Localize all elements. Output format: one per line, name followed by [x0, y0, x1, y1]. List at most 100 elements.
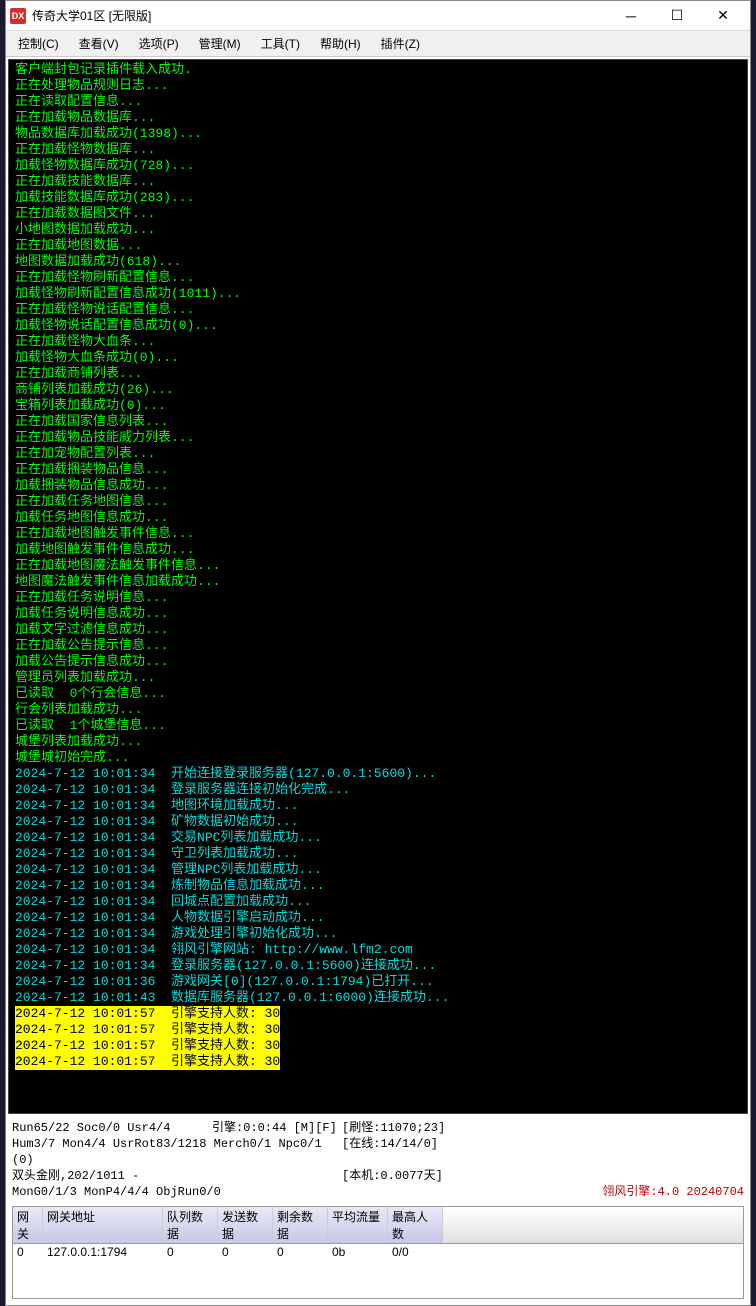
maximize-button[interactable]: ☐: [654, 1, 700, 31]
col-gateway[interactable]: 网关: [13, 1207, 43, 1243]
log-line: 2024-7-12 10:01:57 引擎支持人数: 30: [15, 1054, 280, 1070]
log-line: 宝箱列表加载成功(0)...: [15, 398, 166, 413]
table-row[interactable]: 0 127.0.0.1:1794 0 0 0 0b 0/0: [13, 1244, 743, 1260]
log-line: 小地图数据加载成功...: [15, 222, 155, 237]
menu-help[interactable]: 帮助(H): [312, 33, 369, 54]
close-button[interactable]: ✕: [700, 1, 746, 31]
log-line: 行会列表加载成功...: [15, 702, 142, 717]
menu-manage[interactable]: 管理(M): [191, 33, 249, 54]
menu-control[interactable]: 控制(C): [10, 33, 67, 54]
engine-version: 翎风引擎:4.0 20240704: [221, 1184, 744, 1200]
status-engine-time: 引擎:0:0:44 [M][F]: [212, 1120, 342, 1136]
table-header: 网关 网关地址 队列数据 发送数据 剩余数据 平均流量 最高人数: [12, 1206, 744, 1244]
col-avg[interactable]: 平均流量: [328, 1207, 388, 1243]
log-line: 加载怪物大血条成功(0)...: [15, 350, 179, 365]
log-line: 正在加宠物配置列表...: [15, 446, 155, 461]
menu-options[interactable]: 选项(P): [131, 33, 187, 54]
log-line: 2024-7-12 10:01:34 游戏处理引擎初始化成功...: [15, 926, 337, 941]
minimize-button[interactable]: ─: [608, 1, 654, 31]
log-line: 正在加载物品技能威力列表...: [15, 430, 194, 445]
log-line: 已读取 0个行会信息...: [15, 686, 166, 701]
log-line: 城堡列表加载成功...: [15, 734, 142, 749]
log-line: 2024-7-12 10:01:34 守卫列表加载成功...: [15, 846, 298, 861]
status-hum: Hum3/7 Mon4/4 UsrRot83/1218 Merch0/1 Npc…: [12, 1136, 342, 1168]
log-line: 物品数据库加载成功(1398)...: [15, 126, 202, 141]
log-line: 正在加载商铺列表...: [15, 366, 142, 381]
status-run: Run65/22 Soc0/0 Usr4/4: [12, 1120, 212, 1136]
cell-gateway: 0: [13, 1244, 43, 1260]
log-line: 正在加载怪物说话配置信息...: [15, 302, 194, 317]
log-line: 管理员列表加载成功...: [15, 670, 155, 685]
log-line: 正在加载地图触发事件信息...: [15, 526, 194, 541]
log-line: 正在加载任务地图信息...: [15, 494, 168, 509]
menu-plugins[interactable]: 插件(Z): [373, 33, 428, 54]
app-window: DX 传奇大学01区 [无限版] ─ ☐ ✕ 控制(C) 查看(V) 选项(P)…: [5, 0, 751, 1306]
log-line: 正在加载数据图文件...: [15, 206, 155, 221]
log-line: 2024-7-12 10:01:36 游戏网关[0](127.0.0.1:179…: [15, 974, 434, 989]
app-icon: DX: [10, 8, 26, 24]
table-body[interactable]: 0 127.0.0.1:1794 0 0 0 0b 0/0: [12, 1244, 744, 1299]
status-panel: Run65/22 Soc0/0 Usr4/4 引擎:0:0:44 [M][F] …: [6, 1116, 750, 1204]
menubar: 控制(C) 查看(V) 选项(P) 管理(M) 工具(T) 帮助(H) 插件(Z…: [6, 31, 750, 57]
cell-avg: 0b: [328, 1244, 388, 1260]
log-line: 加载地图触发事件信息成功...: [15, 542, 194, 557]
log-line: 地图魔法触发事件信息加载成功...: [15, 574, 220, 589]
log-line: 加载怪物刷新配置信息成功(1011)...: [15, 286, 241, 301]
console-log[interactable]: 客户端封包记录插件载入成功.正在处理物品规则日志...正在读取配置信息...正在…: [8, 59, 748, 1114]
log-line: 正在加载地图魔法触发事件信息...: [15, 558, 220, 573]
log-line: 加载捆装物品信息成功...: [15, 478, 168, 493]
log-line: 加载怪物数据库成功(728)...: [15, 158, 194, 173]
log-line: 加载任务地图信息成功...: [15, 510, 168, 525]
col-queue[interactable]: 队列数据: [163, 1207, 218, 1243]
log-line: 2024-7-12 10:01:57 引擎支持人数: 30: [15, 1006, 280, 1022]
log-line: 正在加载技能数据库...: [15, 174, 155, 189]
log-line: 2024-7-12 10:01:57 引擎支持人数: 30: [15, 1038, 280, 1054]
status-mon: MonG0/1/3 MonP4/4/4 ObjRun0/0: [12, 1184, 221, 1200]
log-line: 加载公告提示信息成功...: [15, 654, 168, 669]
log-line: 2024-7-12 10:01:34 矿物数据初始成功...: [15, 814, 298, 829]
log-line: 加载任务说明信息成功...: [15, 606, 168, 621]
log-line: 2024-7-12 10:01:34 交易NPC列表加载成功...: [15, 830, 322, 845]
log-line: 正在加载物品数据库...: [15, 110, 155, 125]
log-line: 2024-7-12 10:01:43 数据库服务器(127.0.0.1:6000…: [15, 990, 449, 1005]
log-line: 2024-7-12 10:01:34 开始连接登录服务器(127.0.0.1:5…: [15, 766, 436, 781]
menu-view[interactable]: 查看(V): [71, 33, 127, 54]
log-line: 正在加载捆装物品信息...: [15, 462, 168, 477]
log-line: 2024-7-12 10:01:34 管理NPC列表加载成功...: [15, 862, 322, 877]
log-line: 2024-7-12 10:01:34 人物数据引擎启动成功...: [15, 910, 324, 925]
col-max[interactable]: 最高人数: [388, 1207, 443, 1243]
log-line: 2024-7-12 10:01:34 登录服务器连接初始化完成...: [15, 782, 350, 797]
status-boss: 双头金刚,202/1011 -: [12, 1168, 342, 1184]
log-line: 正在加载任务说明信息...: [15, 590, 168, 605]
log-line: 客户端封包记录插件载入成功.: [15, 62, 192, 77]
log-line: 2024-7-12 10:01:34 登录服务器(127.0.0.1:5600)…: [15, 958, 436, 973]
log-line: 加载怪物说话配置信息成功(0)...: [15, 318, 218, 333]
gateway-table: 网关 网关地址 队列数据 发送数据 剩余数据 平均流量 最高人数 0 127.0…: [12, 1206, 744, 1299]
col-remain[interactable]: 剩余数据: [273, 1207, 328, 1243]
log-line: 正在加载国家信息列表...: [15, 414, 168, 429]
log-line: 2024-7-12 10:01:34 地图环境加载成功...: [15, 798, 298, 813]
cell-queue: 0: [163, 1244, 218, 1260]
status-monster-refresh: [刷怪:11070;23]: [342, 1120, 445, 1136]
log-line: 已读取 1个城堡信息...: [15, 718, 166, 733]
log-line: 地图数据加载成功(618)...: [15, 254, 181, 269]
log-line: 正在加载怪物刷新配置信息...: [15, 270, 194, 285]
log-line: 正在加载怪物大血条...: [15, 334, 155, 349]
log-line: 2024-7-12 10:01:34 回城点配置加载成功...: [15, 894, 311, 909]
log-line: 正在处理物品规则日志...: [15, 78, 168, 93]
col-address[interactable]: 网关地址: [43, 1207, 163, 1243]
menu-tools[interactable]: 工具(T): [253, 33, 308, 54]
cell-send: 0: [218, 1244, 273, 1260]
log-line: 正在加载地图数据...: [15, 238, 142, 253]
log-line: 加载文字过滤信息成功...: [15, 622, 168, 637]
cell-address: 127.0.0.1:1794: [43, 1244, 163, 1260]
status-local: [本机:0.0077天]: [342, 1168, 443, 1184]
cell-remain: 0: [273, 1244, 328, 1260]
col-send[interactable]: 发送数据: [218, 1207, 273, 1243]
log-line: 2024-7-12 10:01:57 引擎支持人数: 30: [15, 1022, 280, 1038]
log-line: 加载技能数据库成功(283)...: [15, 190, 194, 205]
log-line: 城堡城初始完成...: [15, 750, 129, 765]
status-online: [在线:14/14/0]: [342, 1136, 438, 1168]
log-line: 正在加载公告提示信息...: [15, 638, 168, 653]
log-line: 2024-7-12 10:01:34 翎风引擎网站: http://www.lf…: [15, 942, 413, 957]
